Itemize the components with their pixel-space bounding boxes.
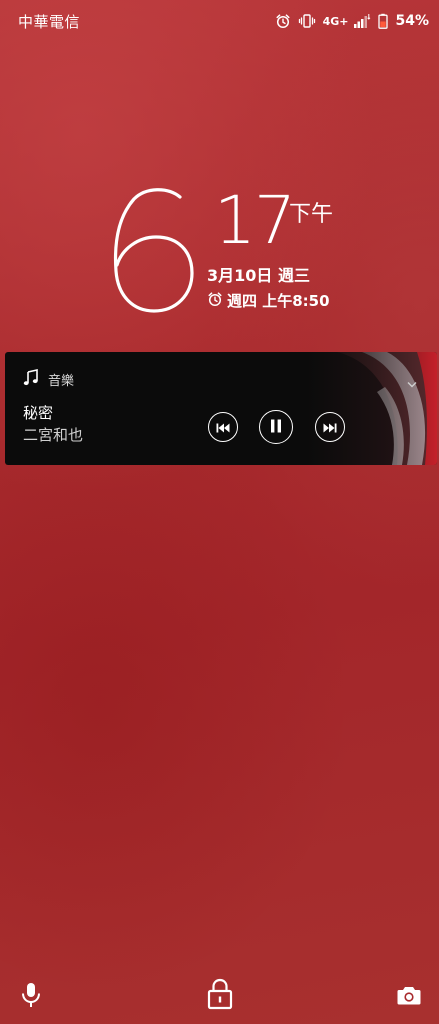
- chevron-down-icon[interactable]: [407, 373, 417, 392]
- clock-ampm: 下午: [289, 202, 334, 227]
- next-alarm[interactable]: 週四 上午8:50: [207, 290, 330, 311]
- vibrate-icon: [298, 13, 316, 29]
- music-note-icon: [23, 369, 39, 390]
- status-icons: 4G+ 54%: [275, 10, 429, 32]
- song-artist: 二宮和也: [23, 426, 84, 444]
- previous-track-button[interactable]: [208, 412, 238, 442]
- alarm-icon: [275, 13, 291, 29]
- carrier-name: 中華電信: [18, 13, 81, 31]
- battery-icon: [378, 13, 389, 29]
- alarm-clock-icon: [207, 291, 223, 311]
- music-widget[interactable]: 音樂 秘密 二宮和也: [5, 352, 437, 465]
- next-track-button[interactable]: [315, 412, 345, 442]
- date-text: 3月10日 週三: [207, 266, 310, 285]
- album-art: [307, 352, 437, 465]
- network-type: 4G+: [322, 14, 349, 28]
- music-app-row: 音樂: [23, 369, 74, 390]
- microphone-icon[interactable]: [20, 982, 42, 1012]
- pause-button[interactable]: [259, 410, 293, 444]
- signal-icon: [353, 13, 371, 29]
- camera-icon[interactable]: [397, 985, 421, 1009]
- next-alarm-text: 週四 上午8:50: [227, 292, 330, 310]
- pause-icon: [270, 418, 282, 437]
- song-title: 秘密: [23, 404, 54, 422]
- lock-icon[interactable]: [207, 978, 233, 1014]
- clock-minute: 17: [214, 182, 296, 259]
- status-bar: 中華電信 4G+ 54%: [0, 0, 439, 42]
- previous-track-icon: [216, 418, 230, 437]
- next-track-icon: [323, 418, 337, 437]
- music-app-name: 音樂: [48, 374, 75, 389]
- battery-percent: 54%: [395, 13, 429, 29]
